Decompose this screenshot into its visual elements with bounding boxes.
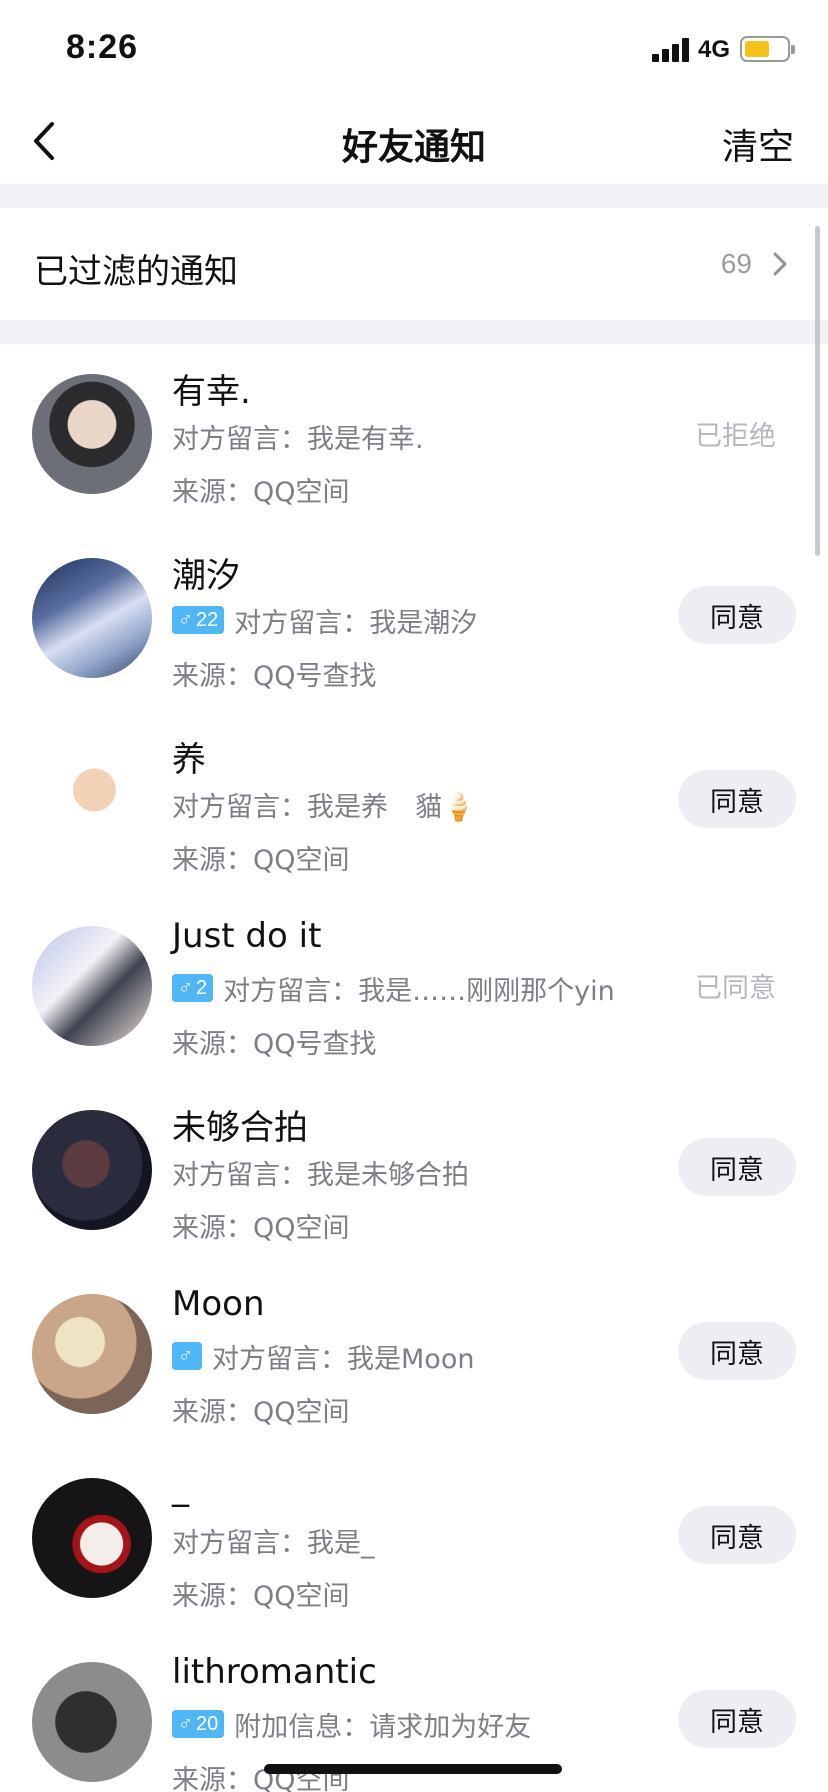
list-item[interactable]: 养 对方留言：我是养 貓🍦 来源：QQ空间 同意 xyxy=(0,712,828,896)
clear-button[interactable]: 清空 xyxy=(722,118,794,170)
requester-name: 未够合拍 xyxy=(172,1108,308,1148)
request-message: 对方留言：我是有幸. xyxy=(172,423,424,455)
requester-name: Moon xyxy=(172,1284,265,1324)
avatar[interactable] xyxy=(32,926,152,1046)
message-line: 对方留言：我是养 貓🍦 xyxy=(172,786,476,823)
scrollbar[interactable] xyxy=(815,226,820,556)
agree-button[interactable]: 同意 xyxy=(678,1506,796,1564)
request-message: 对方留言：我是Moon xyxy=(212,1343,475,1375)
male-icon: ♂ xyxy=(178,976,193,999)
message-line: ♂ 对方留言：我是Moon xyxy=(172,1338,475,1375)
message-line: 对方留言：我是有幸. xyxy=(172,418,424,455)
gender-age-badge: ♂ 20 xyxy=(172,1710,225,1738)
request-message: 对方留言：我是潮汐 xyxy=(234,607,478,639)
section-divider xyxy=(0,320,828,344)
list-item[interactable]: 未够合拍 对方留言：我是未够合拍 来源：QQ空间 同意 xyxy=(0,1080,828,1264)
gender-age-badge: ♂ 2 xyxy=(172,974,214,1002)
message-line: ♂ 2 对方留言：我是……刚刚那个yin xyxy=(172,970,615,1007)
home-indicator xyxy=(264,1764,562,1774)
agree-button[interactable]: 同意 xyxy=(678,770,796,828)
request-status: 已同意 xyxy=(695,973,776,1004)
status-bar: 8:26 4G xyxy=(0,0,828,100)
avatar[interactable] xyxy=(32,558,152,678)
list-item[interactable]: 有幸. 对方留言：我是有幸. 来源：QQ空间 已拒绝 xyxy=(0,344,828,528)
requester-name: _ xyxy=(172,1468,189,1508)
male-icon: ♂ xyxy=(178,1344,193,1367)
request-source: 来源：QQ空间 xyxy=(172,1213,350,1244)
requester-name: 有幸. xyxy=(172,372,251,412)
avatar[interactable] xyxy=(32,1110,152,1230)
status-time: 8:26 xyxy=(66,28,139,66)
requester-name: Just do it xyxy=(172,916,322,956)
filtered-notifications-row[interactable]: 已过滤的通知 69 xyxy=(0,208,828,320)
male-icon: ♂ xyxy=(178,1712,193,1735)
request-message: 对方留言：我是未够合拍 xyxy=(172,1159,469,1191)
avatar[interactable] xyxy=(32,374,152,494)
request-message: 对方留言：我是……刚刚那个yin xyxy=(223,975,615,1007)
male-icon: ♂ xyxy=(178,608,193,631)
battery-icon xyxy=(740,36,795,62)
requester-name: 养 xyxy=(172,740,206,780)
network-type: 4G xyxy=(698,36,731,63)
avatar[interactable] xyxy=(32,1662,152,1782)
agree-button[interactable]: 同意 xyxy=(678,1690,796,1748)
request-source: 来源：QQ空间 xyxy=(172,1581,350,1612)
avatar[interactable] xyxy=(32,1294,152,1414)
requester-name: lithromantic xyxy=(172,1652,377,1692)
request-message: 对方留言：我是_ xyxy=(172,1527,375,1559)
message-line: ♂ 20 附加信息：请求加为好友 xyxy=(172,1706,532,1743)
chevron-right-icon xyxy=(773,252,787,276)
agree-button[interactable]: 同意 xyxy=(678,1138,796,1196)
avatar[interactable] xyxy=(32,742,152,862)
request-source: 来源：QQ空间 xyxy=(172,845,350,876)
list-item[interactable]: Just do it ♂ 2 对方留言：我是……刚刚那个yin 来源：QQ号查找 … xyxy=(0,896,828,1080)
signal-icon xyxy=(652,38,690,62)
list-item[interactable]: 潮汐 ♂ 22 对方留言：我是潮汐 来源：QQ号查找 同意 xyxy=(0,528,828,712)
message-line: ♂ 22 对方留言：我是潮汐 xyxy=(172,602,478,639)
list-item[interactable]: Moon ♂ 对方留言：我是Moon 来源：QQ空间 同意 xyxy=(0,1264,828,1448)
avatar[interactable] xyxy=(32,1478,152,1598)
agree-button[interactable]: 同意 xyxy=(678,1322,796,1380)
gender-badge: ♂ xyxy=(172,1342,202,1370)
request-message: 对方留言：我是养 貓🍦 xyxy=(172,791,476,823)
message-line: 对方留言：我是_ xyxy=(172,1522,375,1559)
filtered-label: 已过滤的通知 xyxy=(34,252,238,292)
agree-button[interactable]: 同意 xyxy=(678,586,796,644)
request-source: 来源：QQ号查找 xyxy=(172,1029,377,1060)
requester-name: 潮汐 xyxy=(172,556,240,596)
request-status: 已拒绝 xyxy=(695,421,776,452)
request-source: 来源：QQ空间 xyxy=(172,477,350,508)
page-title: 好友通知 xyxy=(341,127,486,168)
request-source: 来源：QQ空间 xyxy=(172,1397,350,1428)
gender-age-badge: ♂ 22 xyxy=(172,606,225,634)
list-item[interactable]: _ 对方留言：我是_ 来源：QQ空间 同意 xyxy=(0,1448,828,1632)
message-line: 对方留言：我是未够合拍 xyxy=(172,1154,469,1191)
filtered-count: 69 xyxy=(720,248,752,279)
request-message: 附加信息：请求加为好友 xyxy=(234,1711,532,1743)
nav-bar: 好友通知 清空 xyxy=(0,100,828,184)
section-divider xyxy=(0,184,828,208)
request-source: 来源：QQ号查找 xyxy=(172,661,377,692)
